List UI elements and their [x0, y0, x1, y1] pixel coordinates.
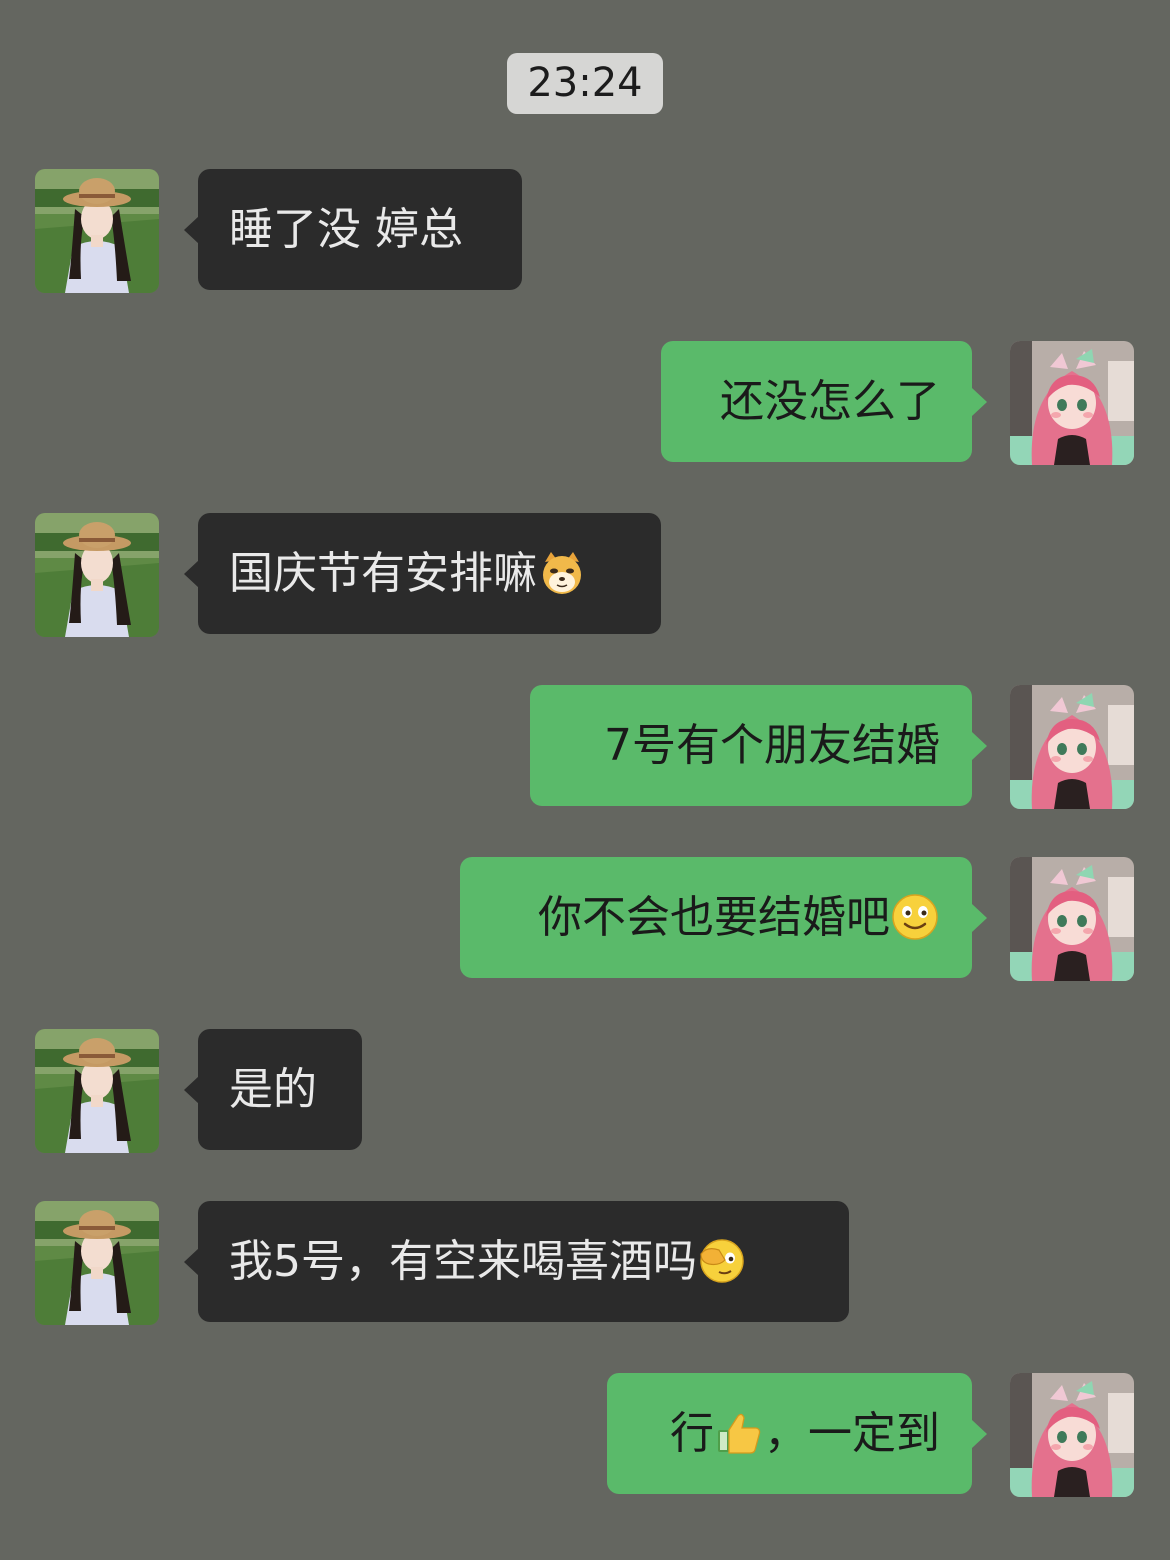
- smile-emoji-icon: [890, 892, 940, 942]
- contact-avatar-image: [35, 1201, 159, 1325]
- user-avatar-image: [1010, 857, 1134, 981]
- contact-avatar-image: [35, 513, 159, 637]
- user-avatar-image: [1010, 341, 1134, 465]
- facepalm-emoji-icon: [697, 1236, 747, 1286]
- message-text: 还没怎么了: [720, 376, 940, 427]
- user-avatar[interactable]: [1010, 857, 1134, 981]
- message-text: 7号有个朋友结婚: [604, 720, 940, 771]
- message-text: 睡了没 婷总: [229, 204, 463, 255]
- outgoing-message-bubble[interactable]: 行 ，一定到: [607, 1373, 987, 1494]
- message-text: 你不会也要结婚吧: [538, 892, 890, 943]
- incoming-message-bubble[interactable]: 我5号，有空来喝喜酒吗: [184, 1201, 849, 1322]
- incoming-message-bubble[interactable]: 睡了没 婷总: [184, 169, 522, 290]
- contact-avatar[interactable]: [35, 513, 159, 637]
- outgoing-message-bubble[interactable]: 你不会也要结婚吧: [460, 857, 987, 978]
- message-text: 国庆节有安排嘛: [229, 548, 537, 599]
- contact-avatar-image: [35, 1029, 159, 1153]
- contact-avatar[interactable]: [35, 169, 159, 293]
- message-text: 我5号，有空来喝喜酒吗: [229, 1236, 697, 1287]
- message-text-after: ，一定到: [764, 1408, 940, 1459]
- outgoing-message-bubble[interactable]: 还没怎么了: [661, 341, 987, 462]
- user-avatar[interactable]: [1010, 1373, 1134, 1497]
- outgoing-message-bubble[interactable]: 7号有个朋友结婚: [530, 685, 987, 806]
- incoming-message-bubble[interactable]: 国庆节有安排嘛: [184, 513, 661, 634]
- doge-emoji-icon: [537, 548, 587, 598]
- incoming-message-bubble[interactable]: 是的: [184, 1029, 362, 1150]
- timestamp: 23:24: [507, 53, 663, 114]
- thumbs-up-emoji-icon: [714, 1408, 764, 1458]
- user-avatar-image: [1010, 1373, 1134, 1497]
- message-text: 是的: [229, 1064, 317, 1115]
- contact-avatar[interactable]: [35, 1029, 159, 1153]
- user-avatar[interactable]: [1010, 341, 1134, 465]
- message-text-before: 行: [670, 1408, 714, 1459]
- contact-avatar-image: [35, 169, 159, 293]
- contact-avatar[interactable]: [35, 1201, 159, 1325]
- user-avatar[interactable]: [1010, 685, 1134, 809]
- user-avatar-image: [1010, 685, 1134, 809]
